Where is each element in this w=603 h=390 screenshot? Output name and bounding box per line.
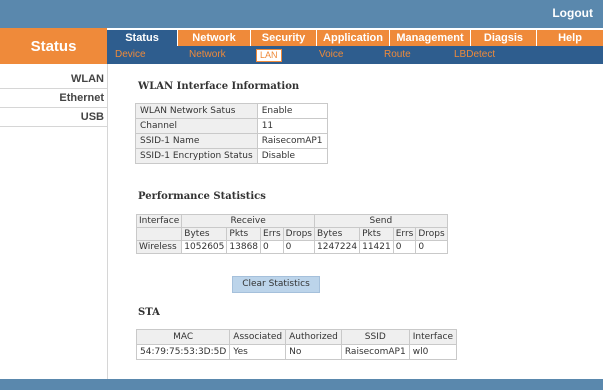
channel-value: 11 (256, 118, 328, 134)
main-nav: Status Network Security Application Mana… (107, 28, 603, 46)
rx-pkts-value: 13868 (226, 240, 262, 254)
table-row: SSID-1 Encryption Status Disable (135, 148, 328, 164)
tx-errs-value: 0 (392, 240, 417, 254)
wlan-info-title: WLAN Interface Information (138, 81, 300, 92)
col-rx-drops: Drops (282, 227, 316, 241)
encryption-label: SSID-1 Encryption Status (135, 148, 258, 164)
table-row: 54:79:75:53:3D:5D Yes No RaisecomAP1 wl0 (135, 344, 458, 360)
col-tx-errs: Errs (392, 227, 417, 241)
rx-drops-value: 0 (282, 240, 316, 254)
encryption-value: Disable (256, 148, 328, 164)
tab-security[interactable]: Security (251, 30, 316, 46)
sidebar-item-wlan[interactable]: WLAN (0, 70, 107, 89)
subtab-voice[interactable]: Voice (319, 49, 343, 60)
table-row: MAC Associated Authorized SSID Interface (135, 329, 458, 345)
sidebar-item-usb[interactable]: USB (0, 108, 107, 127)
tab-network[interactable]: Network (178, 30, 250, 46)
sta-title: STA (138, 307, 160, 318)
subtab-network[interactable]: Network (189, 49, 226, 60)
sidebar: WLAN Ethernet USB (0, 64, 108, 379)
interface-name: Wireless (135, 240, 183, 254)
col-rx-pkts: Pkts (226, 227, 262, 241)
logout-link[interactable]: Logout (552, 6, 593, 20)
col-interface: Interface (408, 329, 458, 345)
sidebar-item-ethernet[interactable]: Ethernet (0, 89, 107, 108)
col-associated: Associated (229, 329, 287, 345)
tx-pkts-value: 11421 (359, 240, 394, 254)
clear-statistics-button[interactable]: Clear Statistics (232, 276, 320, 293)
sta-ssid-value: RaisecomAP1 (340, 344, 410, 360)
rx-errs-value: 0 (260, 240, 284, 254)
subtab-lbdetect[interactable]: LBDetect (454, 49, 495, 60)
bottom-bar (0, 379, 603, 390)
table-row: WLAN Network Satus Enable (135, 103, 328, 119)
tx-bytes-value: 1247224 (313, 240, 361, 254)
performance-title: Performance Statistics (138, 191, 266, 202)
wlan-info-table: WLAN Network Satus Enable Channel 11 SSI… (135, 103, 328, 164)
top-bar: Logout (0, 0, 603, 28)
sta-interface-value: wl0 (408, 344, 458, 360)
sta-associated-value: Yes (229, 344, 287, 360)
tab-diagsis[interactable]: Diagsis (471, 30, 536, 46)
rx-bytes-value: 1052605 (181, 240, 228, 254)
channel-label: Channel (135, 118, 258, 134)
col-tx-pkts: Pkts (359, 227, 394, 241)
tx-drops-value: 0 (415, 240, 448, 254)
receive-header: Receive (181, 214, 315, 228)
tab-management[interactable]: Management (390, 30, 470, 46)
tab-help[interactable]: Help (537, 30, 603, 46)
main-content: WLAN Interface Information WLAN Network … (108, 64, 603, 379)
col-tx-bytes: Bytes (313, 227, 361, 241)
sub-nav: Device Network LAN Voice Route LBDetect (107, 46, 603, 64)
sta-mac-value: 54:79:75:53:3D:5D (135, 344, 231, 360)
tab-status[interactable]: Status (107, 30, 177, 46)
sta-table: MAC Associated Authorized SSID Interface… (135, 329, 458, 360)
col-mac: MAC (135, 329, 231, 345)
col-rx-bytes: Bytes (181, 227, 228, 241)
ssid-name-value: RaisecomAP1 (256, 133, 328, 149)
ssid-name-label: SSID-1 Name (135, 133, 258, 149)
table-cell (135, 227, 183, 241)
col-authorized: Authorized (285, 329, 342, 345)
sta-authorized-value: No (285, 344, 342, 360)
table-row: SSID-1 Name RaisecomAP1 (135, 133, 328, 149)
subtab-lan[interactable]: LAN (256, 49, 282, 62)
col-rx-errs: Errs (260, 227, 284, 241)
interface-header: Interface (135, 214, 183, 228)
table-row: Wireless 1052605 13868 0 0 1247224 11421… (135, 240, 448, 254)
table-row: Bytes Pkts Errs Drops Bytes Pkts Errs Dr… (135, 227, 448, 241)
table-row: Interface Receive Send (135, 214, 448, 228)
col-ssid: SSID (340, 329, 410, 345)
table-row: Channel 11 (135, 118, 328, 134)
wlan-status-value: Enable (256, 103, 328, 119)
subtab-device[interactable]: Device (115, 49, 146, 60)
section-title: Status (0, 28, 107, 64)
subtab-route[interactable]: Route (384, 49, 411, 60)
send-header: Send (314, 214, 448, 228)
wlan-status-label: WLAN Network Satus (135, 103, 258, 119)
tab-application[interactable]: Application (317, 30, 389, 46)
performance-table: Interface Receive Send Bytes Pkts Errs D… (135, 214, 448, 254)
col-tx-drops: Drops (415, 227, 448, 241)
